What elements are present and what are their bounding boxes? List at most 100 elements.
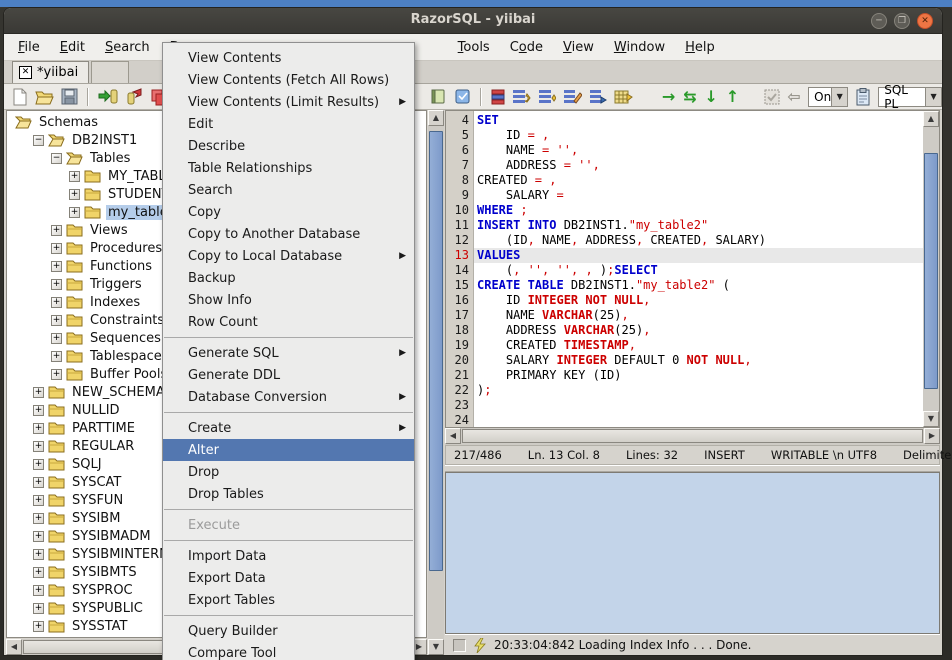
- collapse-icon[interactable]: −: [51, 153, 62, 164]
- save-icon[interactable]: [61, 87, 78, 107]
- menu-tools[interactable]: Tools: [448, 37, 500, 58]
- help-book-icon[interactable]: [454, 87, 471, 107]
- paste-icon[interactable]: [855, 87, 871, 107]
- scroll-right-icon[interactable]: ▶: [924, 428, 940, 444]
- auto-commit-select[interactable]: On▼: [808, 87, 848, 107]
- menu-help[interactable]: Help: [675, 37, 725, 58]
- context-menu-alter[interactable]: Alter: [163, 439, 414, 461]
- context-menu-table-relationships[interactable]: Table Relationships: [163, 157, 414, 179]
- open-file-icon[interactable]: [35, 87, 54, 107]
- context-menu-backup[interactable]: Backup: [163, 267, 414, 289]
- import-data-icon[interactable]: [98, 87, 118, 107]
- context-menu-copy-to-local-database[interactable]: Copy to Local Database▶: [163, 245, 414, 267]
- commit-icon[interactable]: [764, 87, 780, 107]
- expand-icon[interactable]: +: [51, 225, 62, 236]
- export-results-icon[interactable]: [614, 87, 633, 107]
- next-arrow-icon[interactable]: →: [661, 87, 675, 107]
- new-file-icon[interactable]: [12, 87, 28, 107]
- editor-vertical-scrollbar[interactable]: ▲ ▼: [923, 111, 939, 427]
- context-menu-create[interactable]: Create▶: [163, 417, 414, 439]
- expand-icon[interactable]: +: [69, 171, 80, 182]
- expand-icon[interactable]: +: [33, 405, 44, 416]
- context-menu-database-conversion[interactable]: Database Conversion▶: [163, 386, 414, 408]
- expand-icon[interactable]: +: [33, 585, 44, 596]
- expand-icon[interactable]: +: [33, 459, 44, 470]
- expand-icon[interactable]: +: [33, 387, 44, 398]
- sql-language-select[interactable]: SQL PL▼: [878, 87, 942, 107]
- context-menu-describe[interactable]: Describe: [163, 135, 414, 157]
- scroll-left-icon[interactable]: ◀: [445, 428, 461, 444]
- menu-view[interactable]: View: [553, 37, 604, 58]
- context-menu-import-data[interactable]: Import Data: [163, 545, 414, 567]
- close-button[interactable]: ✕: [917, 13, 933, 29]
- edit-sql-icon[interactable]: [563, 87, 582, 107]
- editor-scroll-thumb[interactable]: [924, 153, 938, 389]
- scroll-down-icon[interactable]: ▼: [923, 411, 939, 427]
- tree-vertical-scrollbar[interactable]: ▲ ▼: [428, 110, 444, 655]
- switch-arrows-icon[interactable]: ⇆: [683, 87, 697, 107]
- context-menu-view-contents[interactable]: View Contents: [163, 47, 414, 69]
- context-menu-row-count[interactable]: Row Count: [163, 311, 414, 333]
- sql-editor[interactable]: 456789101112131415161718192021222324 SET…: [445, 110, 940, 428]
- expand-icon[interactable]: +: [33, 477, 44, 488]
- up-arrow-icon[interactable]: ↑: [725, 87, 739, 107]
- expand-icon[interactable]: +: [69, 207, 80, 218]
- scroll-left-icon[interactable]: ◀: [6, 639, 22, 655]
- results-panel[interactable]: [445, 472, 940, 634]
- expand-icon[interactable]: +: [33, 567, 44, 578]
- expand-icon[interactable]: +: [33, 495, 44, 506]
- expand-icon[interactable]: +: [33, 621, 44, 632]
- expand-icon[interactable]: +: [51, 261, 62, 272]
- expand-icon[interactable]: +: [51, 333, 62, 344]
- expand-icon[interactable]: +: [69, 189, 80, 200]
- expand-icon[interactable]: +: [33, 549, 44, 560]
- expand-icon[interactable]: +: [33, 531, 44, 542]
- export-data-icon[interactable]: [125, 87, 143, 107]
- rollback-icon[interactable]: ⇦: [787, 87, 801, 107]
- scroll-down-icon[interactable]: ▼: [428, 639, 444, 655]
- context-menu-copy-to-another-database[interactable]: Copy to Another Database: [163, 223, 414, 245]
- book-icon[interactable]: [430, 87, 447, 107]
- expand-icon[interactable]: +: [51, 351, 62, 362]
- run-sql-icon[interactable]: [589, 87, 607, 107]
- context-menu-search[interactable]: Search: [163, 179, 414, 201]
- editor-horizontal-scrollbar[interactable]: ◀ ▶: [445, 428, 940, 445]
- down-arrow-icon[interactable]: ↓: [704, 87, 718, 107]
- menu-file[interactable]: File: [8, 37, 50, 58]
- menu-code[interactable]: Code: [500, 37, 553, 58]
- code-text[interactable]: SET ID = , NAME = '', ADDRESS = '',CREAT…: [474, 111, 923, 427]
- collapse-icon[interactable]: −: [33, 135, 44, 146]
- expand-icon[interactable]: +: [51, 297, 62, 308]
- context-menu-compare-tool[interactable]: Compare Tool: [163, 642, 414, 660]
- insert-row-icon[interactable]: [538, 87, 556, 107]
- context-menu-generate-ddl[interactable]: Generate DDL: [163, 364, 414, 386]
- context-menu-query-builder[interactable]: Query Builder: [163, 620, 414, 642]
- expand-icon[interactable]: +: [51, 369, 62, 380]
- context-menu-export-tables[interactable]: Export Tables: [163, 589, 414, 611]
- titlebar[interactable]: RazorSQL - yiibai ─❐✕: [4, 8, 942, 34]
- scroll-up-icon[interactable]: ▲: [428, 110, 444, 126]
- tab-close-icon[interactable]: ✕: [19, 66, 32, 79]
- expand-icon[interactable]: +: [33, 603, 44, 614]
- context-menu-show-info[interactable]: Show Info: [163, 289, 414, 311]
- expand-icon[interactable]: +: [51, 243, 62, 254]
- scroll-up-icon[interactable]: ▲: [923, 111, 939, 127]
- context-menu-drop-tables[interactable]: Drop Tables: [163, 483, 414, 505]
- pane-splitter[interactable]: [445, 465, 940, 472]
- expand-icon[interactable]: +: [51, 279, 62, 290]
- expand-icon[interactable]: +: [33, 513, 44, 524]
- menu-search[interactable]: Search: [95, 37, 160, 58]
- menu-edit[interactable]: Edit: [50, 37, 95, 58]
- expand-icon[interactable]: +: [51, 315, 62, 326]
- minimize-button[interactable]: ─: [871, 13, 887, 29]
- context-menu-generate-sql[interactable]: Generate SQL▶: [163, 342, 414, 364]
- editor-hscroll-thumb[interactable]: [462, 429, 923, 443]
- context-menu-view-contents-fetch-all-rows-[interactable]: View Contents (Fetch All Rows): [163, 69, 414, 91]
- tree-scroll-thumb[interactable]: [429, 131, 443, 571]
- maximize-button[interactable]: ❐: [894, 13, 910, 29]
- context-menu-export-data[interactable]: Export Data: [163, 567, 414, 589]
- context-menu-copy[interactable]: Copy: [163, 201, 414, 223]
- fetch-results-icon[interactable]: [512, 87, 531, 107]
- context-menu-edit[interactable]: Edit: [163, 113, 414, 135]
- tab-yiibai[interactable]: ✕ *yiibai: [12, 61, 89, 83]
